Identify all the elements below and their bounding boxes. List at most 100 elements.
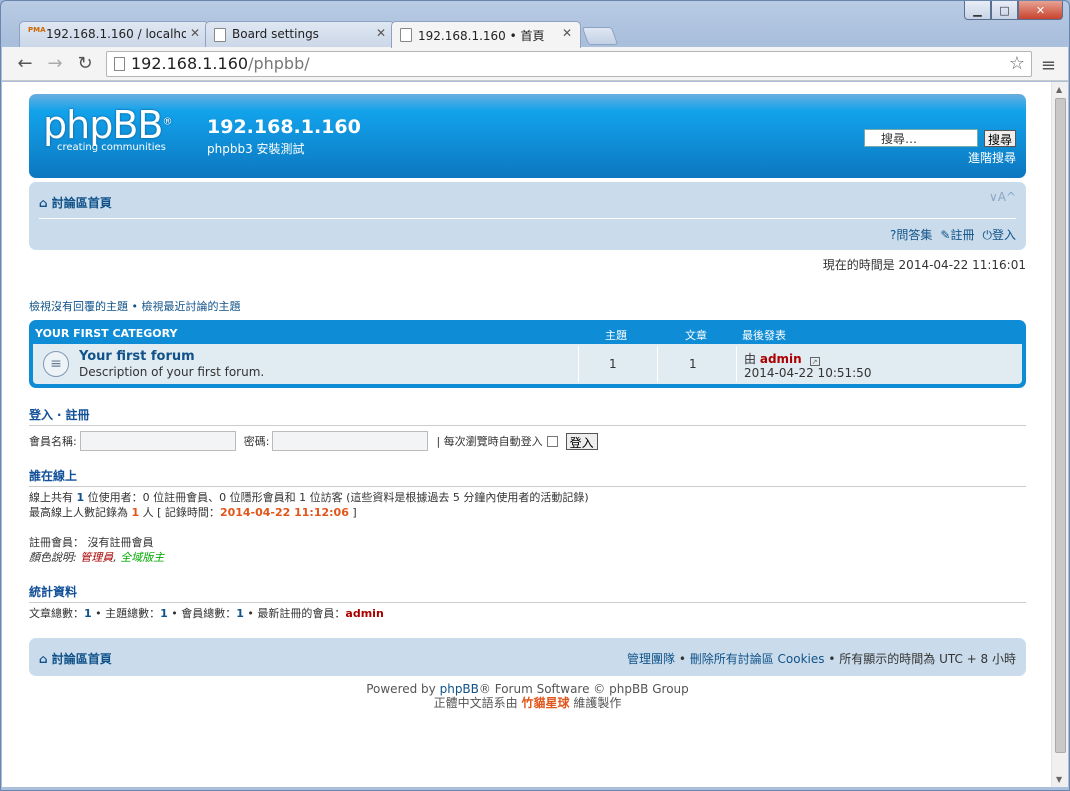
board-index-label: 討論區首頁 bbox=[51, 196, 112, 210]
close-window-button[interactable]: ✕ bbox=[1018, 1, 1063, 20]
scroll-up-icon[interactable]: ▲ bbox=[1056, 85, 1062, 94]
forum-name-link[interactable]: Your first forum bbox=[79, 349, 195, 364]
tab-title: 192.168.1.160 • 首頁 bbox=[418, 29, 545, 43]
close-icon[interactable]: ✕ bbox=[562, 26, 572, 40]
phpbb-link[interactable]: phpBB bbox=[440, 682, 479, 696]
password-label: 密碼: bbox=[243, 435, 270, 448]
legend-mod-link[interactable]: 全域版主 bbox=[120, 551, 164, 564]
advanced-search-link[interactable]: 進階搜尋 bbox=[968, 149, 1016, 166]
menu-icon[interactable]: ≡ bbox=[1041, 55, 1056, 76]
remember-checkbox[interactable] bbox=[546, 435, 558, 447]
pma-icon: PMA bbox=[28, 26, 46, 34]
view-latest-post-icon[interactable]: ↗ bbox=[809, 357, 820, 366]
legend-prefix: 顏色說明: bbox=[29, 551, 81, 564]
active-topics-link[interactable]: 檢視最近討論的主題 bbox=[141, 300, 240, 313]
login-button[interactable]: 登入 bbox=[565, 432, 598, 450]
page-icon bbox=[214, 28, 226, 42]
home-icon: ⌂ bbox=[39, 196, 48, 210]
online-text: 位使用者：0 位註冊會員、0 位隱形會員和 1 位訪客 (這些資料是根據過去 5… bbox=[84, 491, 589, 504]
back-arrow-icon[interactable]: ← bbox=[14, 53, 36, 74]
navbar-links: ?問答集 ✎註冊 ⏻登入 bbox=[890, 226, 1016, 243]
last-post-time: 2014-04-22 10:51:50 bbox=[744, 366, 872, 380]
login-link[interactable]: ⏻登入 bbox=[982, 226, 1016, 243]
bookmark-star-icon[interactable]: ☆ bbox=[1009, 53, 1025, 74]
footer-separator: • bbox=[675, 652, 690, 666]
phpbb-logo[interactable]: phpBB® creating communities bbox=[43, 103, 172, 153]
url-path: /phpbb/ bbox=[248, 54, 310, 73]
powered-by-line: Powered by phpBB® Forum Software © phpBB… bbox=[29, 682, 1026, 696]
reload-icon[interactable]: ↻ bbox=[74, 53, 96, 74]
username-field[interactable] bbox=[79, 431, 236, 451]
tab-strip: PMA 192.168.1.160 / localhos ✕ Board set… bbox=[19, 21, 619, 48]
vertical-scrollbar[interactable]: ▲ ▼ bbox=[1051, 82, 1068, 787]
pencil-icon: ✎ bbox=[940, 228, 951, 242]
close-icon[interactable]: ✕ bbox=[190, 26, 200, 40]
search-input[interactable]: 搜尋… bbox=[863, 129, 978, 147]
forum-topic-count: 1 bbox=[609, 357, 617, 371]
stat-members: 1 bbox=[236, 607, 244, 620]
team-link[interactable]: 管理團隊 bbox=[627, 652, 675, 666]
last-post-user-link[interactable]: admin bbox=[760, 352, 802, 366]
delete-cookies-link[interactable]: 刪除所有討論區 Cookies bbox=[690, 652, 825, 666]
logo-text: phpBB bbox=[43, 103, 163, 147]
column-divider bbox=[578, 346, 579, 382]
tab-forum-index[interactable]: 192.168.1.160 • 首頁 ✕ bbox=[391, 21, 581, 48]
tab-title: Board settings bbox=[232, 27, 319, 41]
translator-link[interactable]: 竹貓星球 bbox=[521, 696, 569, 710]
faq-link[interactable]: ?問答集 bbox=[890, 226, 932, 243]
footer-navbar: ⌂ 討論區首頁 管理團隊 • 刪除所有討論區 Cookies • 所有顯示的時間… bbox=[29, 638, 1026, 676]
copyright: Powered by phpBB® Forum Software © phpBB… bbox=[29, 682, 1026, 710]
password-field[interactable] bbox=[272, 431, 429, 451]
search-button[interactable]: 搜尋 bbox=[983, 129, 1016, 147]
record-time: 2014-04-22 11:12:06 bbox=[219, 506, 349, 519]
stat-label: • 主題總數： bbox=[91, 607, 161, 620]
stat-topics: 1 bbox=[160, 607, 168, 620]
url-host: 192.168.1.160 bbox=[131, 54, 249, 73]
who-online-title[interactable]: 誰在線上 bbox=[29, 467, 1026, 487]
statistics-title: 統計資料 bbox=[29, 583, 1026, 603]
browser-window: ▁ □ ✕ PMA 192.168.1.160 / localhos ✕ Boa… bbox=[0, 0, 1070, 791]
tab-board-settings[interactable]: Board settings ✕ bbox=[205, 21, 395, 47]
faq-label: 問答集 bbox=[896, 228, 933, 242]
current-time: 現在的時間是 2014-04-22 11:16:01 bbox=[822, 258, 1026, 272]
minimize-button[interactable]: ▁ bbox=[964, 1, 991, 20]
online-text: 線上共有 bbox=[29, 491, 77, 504]
close-icon[interactable]: ✕ bbox=[376, 26, 386, 40]
new-tab-button[interactable] bbox=[581, 27, 619, 45]
site-header: phpBB® creating communities 192.168.1.16… bbox=[29, 94, 1026, 178]
forward-arrow-icon[interactable]: → bbox=[44, 53, 66, 74]
remember-label: | 每次瀏覽時自動登入 bbox=[436, 435, 543, 448]
footer-links: 管理團隊 • 刪除所有討論區 Cookies • 所有顯示的時間為 UTC + … bbox=[627, 650, 1016, 667]
online-count: 1 bbox=[76, 491, 85, 504]
legend-line: 顏色說明: 管理員, 全域版主 bbox=[29, 550, 1026, 565]
login-section-title[interactable]: 登入 ‧ 註冊 bbox=[29, 406, 1026, 426]
site-title: 192.168.1.160 bbox=[207, 116, 361, 138]
newest-member-link[interactable]: admin bbox=[345, 607, 383, 620]
legend-admin-link[interactable]: 管理員 bbox=[80, 551, 113, 564]
register-link[interactable]: ✎註冊 bbox=[940, 226, 974, 243]
forum-description: Description of your first forum. bbox=[79, 365, 265, 379]
board-index-link[interactable]: ⌂ 討論區首頁 bbox=[39, 194, 112, 211]
logo-registered: ® bbox=[162, 116, 172, 128]
last-post-author: 由 admin ↗ bbox=[744, 350, 820, 367]
maximize-button[interactable]: □ bbox=[991, 1, 1018, 20]
forum-post-count: 1 bbox=[689, 357, 697, 371]
navbar: ⌂ 討論區首頁 ∨A^ ?問答集 ✎註冊 ⏻登入 bbox=[29, 182, 1026, 250]
font-size-control[interactable]: ∨A^ bbox=[989, 190, 1016, 204]
search-box: ⌕ 搜尋… 搜尋 bbox=[863, 129, 1016, 147]
category-title[interactable]: YOUR FIRST CATEGORY bbox=[35, 327, 177, 340]
scrollbar-thumb[interactable] bbox=[1055, 98, 1066, 753]
powered-prefix: Powered by bbox=[366, 682, 440, 696]
record-text: 人 [ 記錄時間： bbox=[139, 506, 220, 519]
login-form: 會員名稱: 密碼: | 每次瀏覽時自動登入 登入 bbox=[29, 431, 1026, 451]
link-separator: • bbox=[128, 300, 142, 313]
site-description: phpbb3 安裝測試 bbox=[207, 142, 305, 156]
tab-phpmyadmin[interactable]: PMA 192.168.1.160 / localhos ✕ bbox=[19, 21, 209, 47]
footer-board-index-link[interactable]: ⌂ 討論區首頁 bbox=[39, 650, 112, 667]
unanswered-topics-link[interactable]: 檢視沒有回覆的主題 bbox=[29, 300, 128, 313]
browser-toolbar: ← → ↻ 192.168.1.160/phpbb/ ☆ ≡ bbox=[2, 47, 1068, 81]
scroll-down-icon[interactable]: ▼ bbox=[1056, 775, 1062, 784]
translation-suffix: 維護製作 bbox=[569, 696, 622, 710]
statistics-line: 文章總數：1 • 主題總數：1 • 會員總數：1 • 最新註冊的會員：admin bbox=[29, 606, 1026, 621]
address-bar[interactable]: 192.168.1.160/phpbb/ ☆ bbox=[106, 51, 1032, 77]
